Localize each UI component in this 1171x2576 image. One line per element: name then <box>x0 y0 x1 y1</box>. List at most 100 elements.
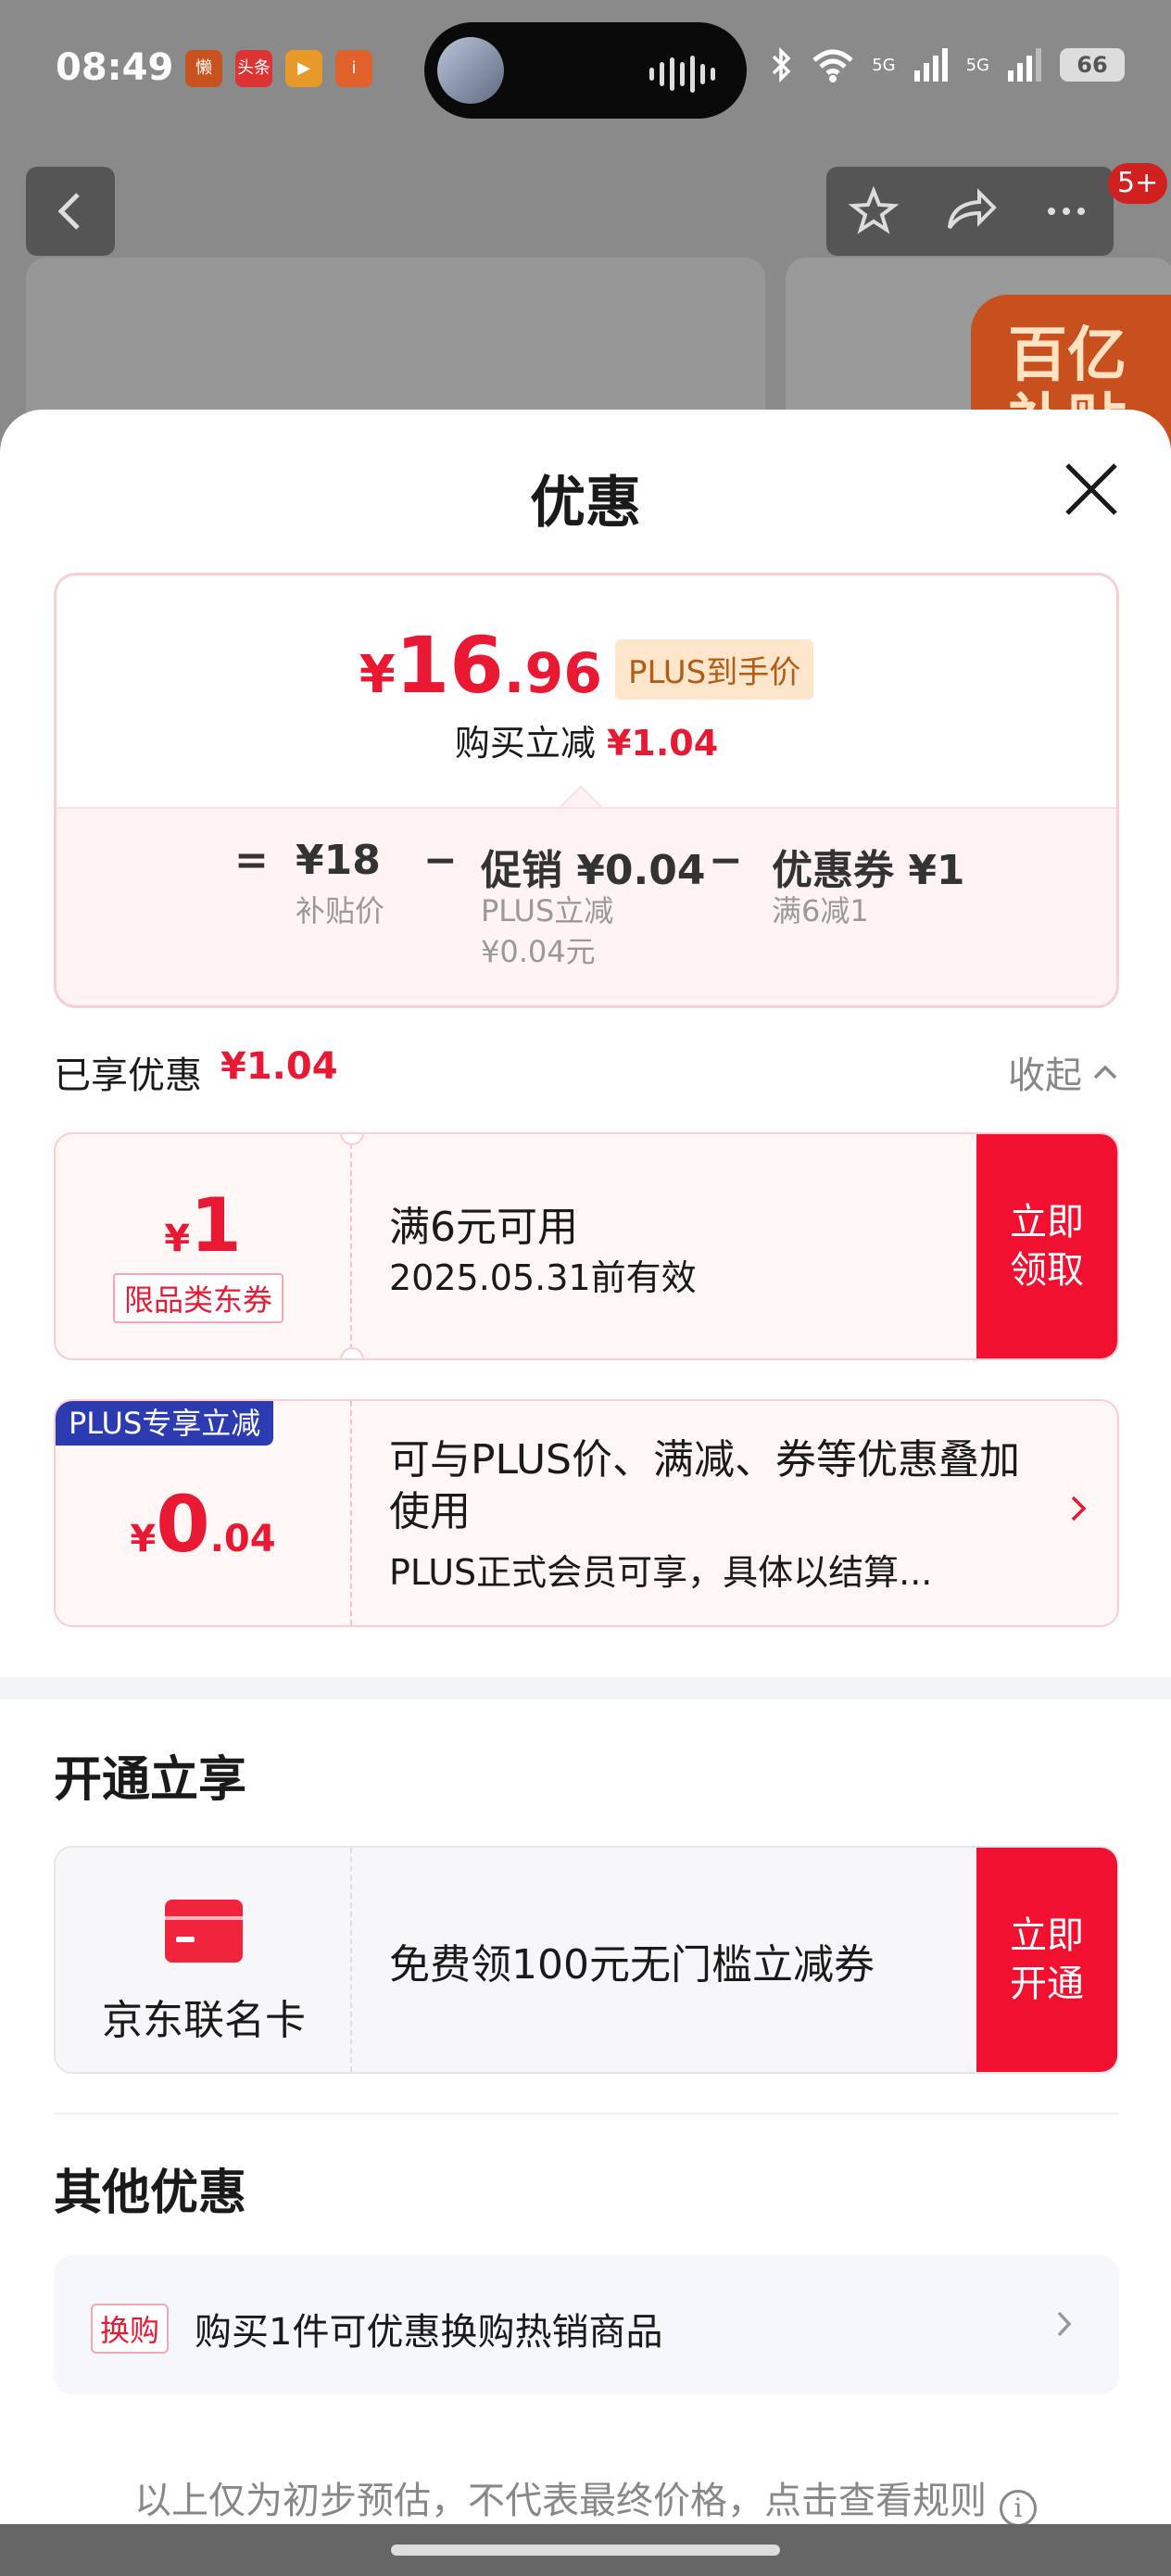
close-button[interactable] <box>1062 460 1121 519</box>
plus-exclusive-badge: PLUS专享立减 <box>56 1401 274 1446</box>
star-icon[interactable] <box>848 185 900 237</box>
trade-in-offer-row[interactable]: 换购 购买1件可优惠换购热销商品 <box>54 2255 1119 2394</box>
status-app-icons: 懒 头条 ▶ i <box>185 50 372 87</box>
chevron-right-icon <box>1057 2311 1072 2337</box>
rules-footer-link[interactable]: 以上仅为初步预估，不代表最终价格，点击查看规则 i <box>0 2470 1171 2527</box>
network-label: 5G <box>872 55 896 75</box>
divider <box>54 2113 1119 2115</box>
plus-currency: ¥ <box>130 1518 157 1560</box>
home-indicator[interactable] <box>391 2544 780 2556</box>
app-icon: ▶ <box>285 50 322 87</box>
plus-info: 可与PLUS价、满减、券等优惠叠加使用 PLUS正式会员可享，具体以结算... <box>389 1401 1043 1625</box>
discount-label: 购买立减 <box>454 723 596 764</box>
status-indicators: 5G 5G 66 <box>770 46 1125 83</box>
plus-note: PLUS正式会员可享，具体以结算... <box>389 1552 933 1593</box>
audio-wave-icon <box>649 56 715 93</box>
promo-amount: 促销 ¥0.04 <box>481 847 706 894</box>
coupon-type-tag: 限品类东券 <box>113 1273 284 1323</box>
price-integer: 16 <box>395 620 504 711</box>
coupon-validity: 2025.05.31前有效 <box>389 1257 697 1298</box>
app-icon: 懒 <box>185 50 222 87</box>
minus-sign: − <box>423 837 458 884</box>
signal-icon <box>1008 48 1041 82</box>
more-icon[interactable] <box>1040 185 1092 237</box>
discount-line: 购买立减 ¥1.04 <box>57 714 1116 765</box>
coupon-condition: 满6减1 <box>772 893 869 928</box>
avatar <box>437 37 504 104</box>
enjoyed-value: ¥1.04 <box>220 1045 338 1088</box>
cobrand-card-offer: 京东联名卡 免费领100元无门槛立减券 立即开通 <box>54 1846 1119 2074</box>
coupon-amount: ¥1 <box>56 1182 350 1269</box>
plus-price-tag: PLUS到手价 <box>614 639 814 700</box>
enjoyed-label: 已享优惠 <box>54 1054 202 1097</box>
battery-indicator: 66 <box>1060 48 1125 82</box>
promo-sub-value: ¥0.04元 <box>481 934 596 969</box>
trade-in-text: 购买1件可优惠换购热销商品 <box>195 2311 663 2354</box>
discount-sheet: 优惠 ¥16.96 PLUS到手价 购买立减 ¥1.04 = ¥18 补贴价 − … <box>0 410 1171 2576</box>
credit-card-icon <box>165 1900 243 1963</box>
other-section-title: 其他优惠 <box>54 2166 247 2221</box>
info-icon: i <box>1000 2490 1037 2527</box>
system-nav-area <box>0 2524 1171 2576</box>
open-section-title: 开通立享 <box>54 1752 247 1808</box>
plus-amount: ¥0.04 <box>56 1479 350 1570</box>
chevron-right-icon <box>1071 1496 1087 1522</box>
status-time: 08:49 <box>56 46 174 89</box>
promo-sub-label: PLUS立减 <box>481 893 614 928</box>
claim-button-label: 立即领取 <box>1010 1201 1084 1292</box>
open-card-button[interactable]: 立即开通 <box>976 1848 1117 2072</box>
bluetooth-icon <box>772 46 791 83</box>
back-button[interactable] <box>26 167 115 256</box>
final-price: ¥16.96 PLUS到手价 <box>57 620 1116 711</box>
discount-value: ¥1.04 <box>606 723 719 764</box>
plus-amount-int: 0 <box>156 1479 210 1570</box>
share-icon[interactable] <box>942 185 998 237</box>
card-offer-info: 免费领100元无门槛立减券 <box>389 1848 969 2072</box>
plus-amount-dec: .04 <box>209 1518 276 1560</box>
section-divider <box>0 1677 1171 1699</box>
coupon-value: 1 <box>190 1182 242 1269</box>
network-label: 5G <box>965 55 989 75</box>
base-price: ¥18 <box>296 837 381 884</box>
app-icon: i <box>335 50 372 87</box>
trade-in-tag: 换购 <box>91 2304 170 2354</box>
price-summary-card: ¥16.96 PLUS到手价 购买立减 ¥1.04 = ¥18 补贴价 − 促销 … <box>54 573 1119 1008</box>
coupon-amount: 优惠券 ¥1 <box>772 847 965 894</box>
claim-coupon-button[interactable]: 立即领取 <box>976 1134 1117 1358</box>
dynamic-island[interactable] <box>424 22 747 119</box>
close-icon <box>1065 463 1117 515</box>
coupon-condition: 满6元可用 <box>389 1204 578 1251</box>
footer-text: 以上仅为初步预估，不代表最终价格，点击查看规则 <box>134 2480 987 2522</box>
card-name: 京东联名卡 <box>102 1997 306 2044</box>
card-offer-description: 免费领100元无门槛立减券 <box>389 1941 875 1989</box>
notification-badge: 5+ <box>1108 163 1168 204</box>
background-page: 08:49 懒 头条 ▶ i 5G 5G 66 5+ 百亿 <box>0 0 1171 461</box>
sheet-title: 优惠 <box>530 471 641 536</box>
minus-sign: − <box>709 837 743 884</box>
collapse-button[interactable]: 收起 <box>1008 1045 1119 1099</box>
chevron-up-icon <box>1093 1065 1117 1080</box>
collapse-label: 收起 <box>1008 1054 1082 1097</box>
app-icon: 头条 <box>235 50 272 87</box>
coupon-value-area: ¥1 限品类东券 <box>56 1134 352 1358</box>
coupon-card: ¥1 限品类东券 满6元可用 2025.05.31前有效 立即领取 <box>54 1132 1119 1360</box>
top-toolbar <box>826 167 1114 256</box>
wifi-icon <box>812 49 853 82</box>
status-bar: 08:49 懒 头条 ▶ i 5G 5G 66 <box>0 0 1171 139</box>
plus-discount-card[interactable]: PLUS专享立减 ¥0.04 可与PLUS价、满减、券等优惠叠加使用 PLUS正… <box>54 1399 1119 1627</box>
plus-value-area: PLUS专享立减 ¥0.04 <box>56 1401 352 1625</box>
signal-icon <box>913 48 948 82</box>
plus-description: 可与PLUS价、满减、券等优惠叠加使用 <box>389 1436 1020 1535</box>
chevron-left-icon <box>57 193 80 230</box>
equals-sign: = <box>234 837 269 884</box>
coupon-info: 满6元可用 2025.05.31前有效 <box>389 1134 969 1358</box>
card-brand-area: 京东联名卡 <box>56 1848 352 2072</box>
price-formula: = ¥18 补贴价 − 促销 ¥0.04 PLUS立减 ¥0.04元 − 优惠券… <box>57 807 1116 1005</box>
price-decimal: .96 <box>503 641 602 706</box>
base-price-label: 补贴价 <box>296 893 385 928</box>
coupon-currency: ¥ <box>164 1218 191 1260</box>
price-summary-top: ¥16.96 PLUS到手价 购买立减 ¥1.04 <box>57 575 1116 807</box>
open-button-label: 立即开通 <box>1010 1914 1084 2005</box>
enjoyed-discount-row: 已享优惠 ¥1.04 收起 <box>54 1045 1119 1101</box>
coupon-notch <box>340 1347 364 1358</box>
